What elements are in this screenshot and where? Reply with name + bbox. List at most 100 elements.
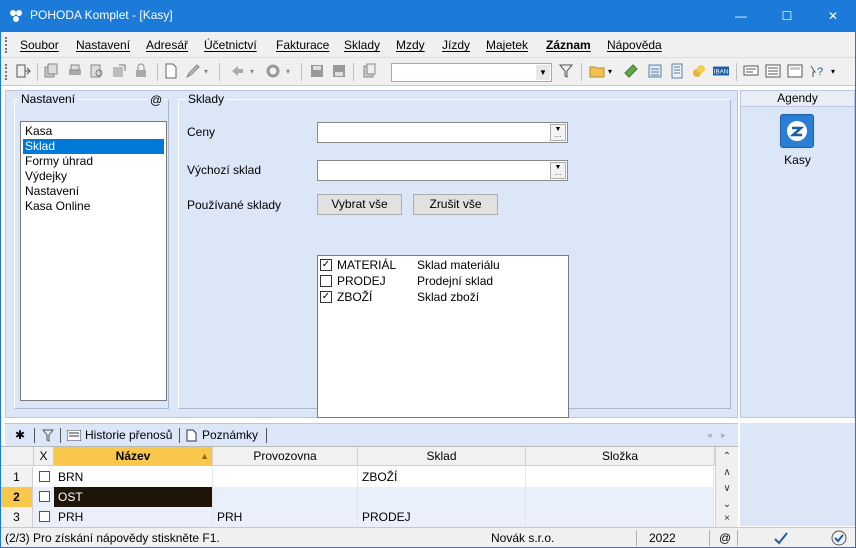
agenda-icon[interactable]	[15, 63, 31, 79]
menu-sklady[interactable]: Sklady	[344, 38, 380, 52]
folder-icon[interactable]	[589, 63, 605, 79]
help-icon[interactable]: ?	[809, 63, 825, 79]
scroll-up-icon[interactable]: ∧	[716, 465, 738, 480]
maximize-button[interactable]: ☐	[764, 0, 810, 32]
cell-slozka[interactable]	[526, 467, 714, 487]
cell-provozovna[interactable]	[213, 487, 358, 507]
settings-nav-list[interactable]: Kasa Sklad Formy úhrad Výdejky Nastavení…	[20, 121, 167, 401]
nav-item-formy-uhrad[interactable]: Formy úhrad	[23, 154, 164, 169]
status-at-sign[interactable]: @	[719, 531, 731, 545]
menu-soubor[interactable]: Soubor	[20, 38, 59, 52]
calculator-icon[interactable]	[647, 63, 663, 79]
tab-poznamky[interactable]: Poznámky	[202, 426, 258, 445]
cell-nazev[interactable]: PRH	[54, 507, 213, 527]
scroll-top-icon[interactable]: ⌃	[716, 449, 738, 464]
form-icon[interactable]	[787, 63, 803, 79]
toolbar-combo[interactable]: ▼	[391, 63, 552, 82]
chevron-down-icon[interactable]: ▼	[536, 65, 550, 80]
help-dropdown-arrow[interactable]: ▾	[831, 67, 835, 76]
menu-jizdy[interactable]: Jízdy	[442, 38, 470, 52]
cell-sklad[interactable]	[358, 487, 526, 507]
menu-mzdy[interactable]: Mzdy	[396, 38, 425, 52]
menu-grip[interactable]	[5, 37, 7, 53]
store-checklist[interactable]: ✓ MATERIÁL Sklad materiálu PRODEJ Prodej…	[317, 255, 569, 418]
menu-napoveda[interactable]: Nápověda	[607, 38, 662, 52]
row-checkbox[interactable]	[39, 491, 50, 502]
cell-sklad[interactable]: PRODEJ	[358, 507, 526, 527]
new-record-icon[interactable]	[163, 63, 179, 79]
cell-nazev[interactable]: OST	[54, 487, 213, 507]
table-row[interactable]: 3 PRH PRH PRODEJ	[1, 507, 714, 527]
check-icon[interactable]	[773, 530, 789, 546]
message-icon[interactable]	[743, 63, 759, 79]
tab-filter-icon[interactable]	[42, 429, 54, 442]
tabs-scroll-right-icon[interactable]: ▸	[721, 426, 726, 445]
cell-provozovna[interactable]: PRH	[213, 507, 358, 527]
cell-sklad[interactable]: ZBOŽÍ	[358, 467, 526, 487]
scroll-bottom-icon[interactable]: ⌄	[716, 497, 738, 512]
settings-dropdown-arrow[interactable]: ▾	[286, 67, 290, 76]
cell-provozovna[interactable]	[213, 467, 358, 487]
close-button[interactable]: ✕	[810, 0, 856, 32]
settings-icon[interactable]	[265, 63, 281, 79]
menu-adresar[interactable]: Adresář	[146, 38, 188, 52]
kasy-agenda-label[interactable]: Kasy	[741, 153, 854, 167]
menu-nastaveni[interactable]: Nastavení	[76, 38, 130, 52]
lock-icon[interactable]	[133, 63, 149, 79]
back-icon[interactable]	[229, 63, 245, 79]
iban-icon[interactable]: IBAN	[713, 63, 729, 79]
store-row-material[interactable]: ✓ MATERIÁL Sklad materiálu	[320, 257, 566, 273]
menu-ucetnictvi[interactable]: Účetnictví	[204, 38, 257, 52]
grid-scrollbar[interactable]: ⌃ ∧ ∨ ⌄ ×	[715, 447, 738, 527]
column-header-slozka[interactable]: Složka	[526, 447, 715, 466]
print-preview-icon[interactable]	[89, 63, 105, 79]
back-dropdown-arrow[interactable]: ▾	[250, 67, 254, 76]
copy-record-icon[interactable]	[43, 63, 59, 79]
kasy-agenda-icon[interactable]	[780, 114, 814, 148]
filter-icon[interactable]	[558, 63, 574, 79]
menu-fakturace[interactable]: Fakturace	[276, 38, 329, 52]
menu-zaznam[interactable]: Záznam	[546, 38, 591, 52]
cell-slozka[interactable]	[526, 507, 714, 527]
export-icon[interactable]	[111, 63, 127, 79]
chevron-down-icon[interactable]: ▼…	[550, 124, 566, 141]
toolbar-grip[interactable]	[5, 64, 7, 80]
column-header-sklad[interactable]: Sklad	[358, 447, 526, 466]
edit-dropdown-arrow[interactable]: ▾	[204, 67, 208, 76]
row-checkbox[interactable]	[39, 471, 50, 482]
coins-icon[interactable]	[691, 63, 707, 79]
clear-all-button[interactable]: Zrušit vše	[413, 194, 498, 215]
nav-item-kasa[interactable]: Kasa	[23, 124, 164, 139]
scroll-close-icon[interactable]: ×	[716, 511, 738, 526]
column-header-provozovna[interactable]: Provozovna	[213, 447, 358, 466]
store-checkbox-prodej[interactable]	[320, 275, 332, 287]
store-checkbox-material[interactable]: ✓	[320, 259, 332, 271]
row-checkbox[interactable]	[39, 511, 50, 522]
select-all-button[interactable]: Vybrat vše	[317, 194, 402, 215]
table-icon[interactable]	[669, 63, 685, 79]
status-company[interactable]: Novák s.r.o.	[491, 531, 554, 545]
nav-item-kasa-online[interactable]: Kasa Online	[23, 199, 164, 214]
tab-historie-prenosu[interactable]: Historie přenosů	[85, 426, 172, 445]
vychozi-sklad-select[interactable]: ▼…	[317, 160, 568, 181]
store-row-zbozi[interactable]: ✓ ZBOŽÍ Sklad zboží	[320, 289, 566, 305]
edit-icon[interactable]	[185, 63, 201, 79]
table-row[interactable]: 2 OST	[1, 487, 714, 507]
tab-new-record-icon[interactable]: ✱	[15, 426, 25, 445]
store-row-prodej[interactable]: PRODEJ Prodejní sklad	[320, 273, 566, 289]
minimize-button[interactable]: —	[718, 0, 764, 32]
money-icon[interactable]	[623, 63, 639, 79]
scroll-down-icon[interactable]: ∨	[716, 481, 738, 496]
paste-icon[interactable]	[361, 63, 377, 79]
folder-dropdown-arrow[interactable]: ▾	[608, 67, 612, 76]
checked-circle-icon[interactable]	[831, 530, 847, 546]
menu-majetek[interactable]: Majetek	[486, 38, 528, 52]
nav-item-sklad[interactable]: Sklad	[23, 139, 164, 154]
print-icon[interactable]	[67, 63, 83, 79]
cell-slozka[interactable]	[526, 487, 714, 507]
nav-item-nastaveni[interactable]: Nastavení	[23, 184, 164, 199]
tabs-scroll-left-icon[interactable]: ◂	[707, 426, 712, 445]
ceny-select[interactable]: ▼…	[317, 122, 568, 143]
store-checkbox-zbozi[interactable]: ✓	[320, 291, 332, 303]
save-icon[interactable]	[309, 63, 325, 79]
